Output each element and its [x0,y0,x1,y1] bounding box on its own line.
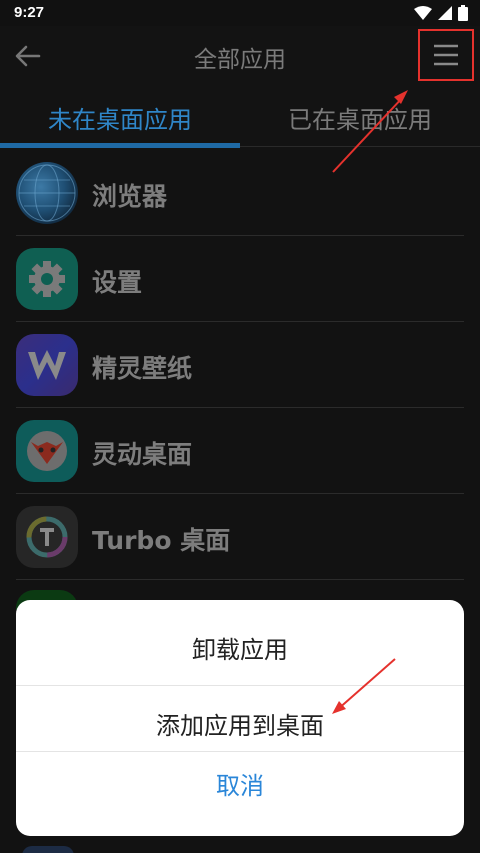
uninstall-app-option[interactable]: 卸载应用 [16,610,464,685]
list-item[interactable]: 精灵壁纸 [0,322,480,408]
turbo-t-icon [16,506,78,568]
add-to-desktop-option[interactable]: 添加应用到桌面 [16,685,464,760]
tab-divider [240,146,480,147]
app-name: 设置 [92,268,143,297]
app-list: 浏览器 设置 精灵壁纸 灵动桌面 Turbo 桌面 [0,150,480,580]
app-action-dialog: 卸载应用 添加应用到桌面 取消 [16,600,464,836]
fox-launcher-icon [16,420,78,482]
app-name: 精灵壁纸 [92,354,193,383]
list-item[interactable]: 浏览器 [0,150,480,236]
tab-not-on-desktop[interactable]: 未在桌面应用 [0,100,240,135]
battery-icon [458,5,468,21]
status-icons [414,5,468,21]
cancel-button[interactable]: 取消 [16,751,464,815]
app-bar: 全部应用 [0,26,480,86]
status-bar: 9:27 [0,0,480,26]
wifi-icon [414,6,432,20]
app-icon-partial [22,846,74,853]
settings-gear-icon [16,248,78,310]
menu-button[interactable] [418,29,474,81]
list-item[interactable]: 设置 [0,236,480,322]
app-name: Turbo 桌面 [92,526,231,555]
browser-globe-icon [16,162,78,224]
divider [16,579,464,580]
list-item[interactable]: Turbo 桌面 [0,494,480,580]
status-time: 9:27 [14,4,45,21]
page-title: 全部应用 [194,47,286,73]
tab-on-desktop[interactable]: 已在桌面应用 [240,100,480,135]
app-name: 浏览器 [92,182,168,211]
hamburger-menu-icon [434,44,458,66]
wallpaper-w-icon [16,334,78,396]
list-item[interactable]: 灵动桌面 [0,408,480,494]
tab-indicator [0,143,240,148]
tab-bar: 未在桌面应用 已在桌面应用 [0,86,480,150]
signal-icon [438,6,452,20]
app-name: 灵动桌面 [92,440,193,469]
